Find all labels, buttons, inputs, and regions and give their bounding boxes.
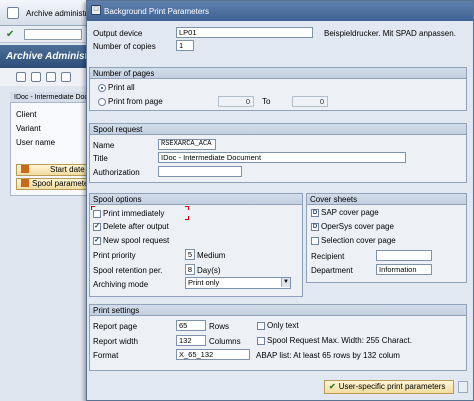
print-priority-field[interactable]: 5 xyxy=(185,249,195,260)
spool-title-field[interactable]: IDoc - Intermediate Document xyxy=(158,152,406,163)
new-spool-request-label: New spool request xyxy=(103,236,170,245)
recipient-label: Recipient xyxy=(311,252,345,261)
spool-parameters-button[interactable]: Spool parameters xyxy=(16,178,90,190)
start-date-button[interactable]: Start date xyxy=(16,164,90,176)
archiving-mode-select[interactable]: Print only xyxy=(185,277,291,289)
print-all-label: Print all xyxy=(108,83,135,92)
print-priority-label: Print priority xyxy=(93,251,136,260)
columns-label: Columns xyxy=(209,337,241,346)
output-device-label: Output device xyxy=(93,29,143,38)
dialog-window-icon: □ xyxy=(91,5,101,15)
spool-max-width-label: Spool Request Max. Width: 255 Charact. xyxy=(267,336,412,345)
spool-options-title: Spool options xyxy=(93,195,142,204)
to-page-field[interactable]: 0 xyxy=(292,96,328,107)
background-form-header-text: IDoc - Intermediate Document xyxy=(14,94,88,101)
spool-request-header xyxy=(90,124,466,135)
format-field[interactable]: X_65_132 xyxy=(176,349,250,360)
menu-icon[interactable] xyxy=(7,7,19,19)
sap-cover-page-checkbox[interactable]: D xyxy=(311,209,319,217)
enter-check-icon[interactable]: ✔ xyxy=(6,29,14,40)
recipient-field[interactable] xyxy=(376,250,432,261)
calendar-icon xyxy=(21,165,29,173)
focus-marker-right xyxy=(185,206,189,210)
user-name-label: User name xyxy=(16,138,56,147)
copies-label: Number of copies xyxy=(93,42,156,51)
more-options-icon[interactable] xyxy=(458,381,468,393)
user-specific-print-parameters-button[interactable]: ✔ User-specific print parameters xyxy=(324,380,454,394)
print-settings-title: Print settings xyxy=(93,306,140,315)
opersys-cover-page-label: OperSys cover page xyxy=(321,222,394,231)
spool-name-field[interactable]: RSEXARCA_ACA xyxy=(158,139,216,150)
abap-list-note: ABAP list: At least 65 rows by 132 colum xyxy=(256,351,400,360)
report-page-label: Report page xyxy=(93,322,138,331)
print-from-page-radio[interactable] xyxy=(98,98,106,106)
print-immediately-label: Print immediately xyxy=(103,209,165,218)
selection-cover-page-checkbox[interactable] xyxy=(311,237,319,245)
delete-after-output-checkbox[interactable]: ✓ xyxy=(93,223,101,231)
print-from-page-label: Print from page xyxy=(108,97,163,106)
log-icon[interactable] xyxy=(46,72,56,82)
print-immediately-checkbox[interactable] xyxy=(93,210,101,218)
print-priority-text: Medium xyxy=(197,251,226,260)
chevron-down-icon[interactable]: ▼ xyxy=(281,278,290,287)
output-device-field[interactable]: LP01 xyxy=(176,27,313,38)
copies-field[interactable]: 1 xyxy=(176,40,194,51)
report-width-field[interactable]: 132 xyxy=(176,335,206,346)
sap-cover-page-label: SAP cover page xyxy=(321,208,379,217)
info-icon[interactable] xyxy=(61,72,71,82)
client-label: Client xyxy=(16,110,37,119)
archiving-mode-value: Print only xyxy=(188,278,220,287)
spool-retention-text: Day(s) xyxy=(197,266,221,275)
dialog-title: Background Print Parameters xyxy=(104,7,209,16)
to-label: To xyxy=(262,97,271,106)
variant-label: Variant xyxy=(16,124,41,133)
cover-sheets-title: Cover sheets xyxy=(310,195,358,204)
opersys-cover-page-checkbox[interactable]: D xyxy=(311,223,319,231)
check-icon: ✔ xyxy=(329,382,336,391)
print-settings-header xyxy=(90,305,466,316)
delete-after-output-label: Delete after output xyxy=(103,222,169,231)
format-label: Format xyxy=(93,351,119,360)
execute-icon[interactable] xyxy=(16,72,26,82)
only-text-checkbox[interactable] xyxy=(257,322,265,330)
spool-title-label: Title xyxy=(93,154,108,163)
authorization-field[interactable] xyxy=(158,166,242,177)
printer-icon xyxy=(21,179,29,187)
command-field[interactable] xyxy=(24,29,82,40)
spool-retention-field[interactable]: 8 xyxy=(185,264,195,275)
spool-retention-label: Spool retention per. xyxy=(93,266,163,275)
department-field[interactable]: Information xyxy=(376,264,432,275)
focus-marker-left xyxy=(91,206,95,210)
selection-cover-page-label: Selection cover page xyxy=(321,236,396,245)
number-of-pages-title: Number of pages xyxy=(93,69,155,78)
report-width-label: Report width xyxy=(93,337,138,346)
output-device-note: Beispieldrucker. Mit SPAD anpassen. xyxy=(324,29,456,38)
report-page-field[interactable]: 65 xyxy=(176,320,206,331)
authorization-label: Authorization xyxy=(93,168,140,177)
spool-max-width-checkbox[interactable] xyxy=(257,337,265,345)
settings-icon[interactable] xyxy=(31,72,41,82)
archiving-mode-label: Archiving mode xyxy=(93,280,149,289)
spool-name-label: Name xyxy=(93,141,115,150)
focus-marker-bottom xyxy=(185,216,189,220)
department-label: Department xyxy=(311,266,353,275)
rows-label: Rows xyxy=(209,322,230,331)
spool-request-title: Spool request xyxy=(93,125,143,134)
from-page-field[interactable]: 0 xyxy=(218,96,254,107)
new-spool-request-checkbox[interactable]: ✓ xyxy=(93,237,101,245)
only-text-label: Only text xyxy=(267,321,299,330)
print-all-radio[interactable] xyxy=(98,84,106,92)
